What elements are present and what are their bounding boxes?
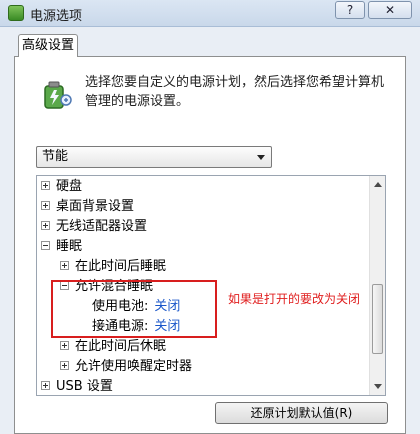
tree-item-hard-disk[interactable]: 硬盘 <box>41 177 82 197</box>
help-button[interactable]: ? <box>335 1 365 19</box>
tree-item-sleep[interactable]: 睡眠 <box>41 237 82 257</box>
scroll-up-icon[interactable] <box>374 182 382 187</box>
annotation-highlight-box <box>51 280 217 338</box>
tab-advanced-settings[interactable]: 高级设置 <box>18 34 78 57</box>
power-plan-select-value: 节能 <box>42 149 69 164</box>
expand-icon[interactable] <box>60 361 69 370</box>
tree-item-wireless-adapter[interactable]: 无线适配器设置 <box>41 217 147 237</box>
chevron-down-icon <box>257 155 265 160</box>
tree-item-sleep-after[interactable]: 在此时间后睡眠 <box>60 257 166 277</box>
expand-icon[interactable] <box>41 381 50 390</box>
expand-icon[interactable] <box>41 221 50 230</box>
collapse-icon[interactable] <box>41 241 50 250</box>
scrollbar-thumb[interactable] <box>372 284 383 354</box>
expand-icon[interactable] <box>41 181 50 190</box>
plan-description: 选择您要自定义的电源计划，然后选择您希望计算机管理的电源设置。 <box>85 75 385 109</box>
close-button[interactable]: ✕ <box>368 1 412 19</box>
power-plan-select[interactable]: 节能 <box>36 146 272 168</box>
scroll-down-icon[interactable] <box>374 384 382 389</box>
title-bar: 电源选项 ? ✕ <box>0 0 420 27</box>
tree-item-hibernate-after[interactable]: 在此时间后休眠 <box>60 337 166 357</box>
expand-icon[interactable] <box>41 201 50 210</box>
tree-item-wake-timers[interactable]: 允许使用唤醒定时器 <box>60 357 192 377</box>
tree-item-desktop-background[interactable]: 桌面背景设置 <box>41 197 134 217</box>
expand-icon[interactable] <box>60 261 69 270</box>
annotation-text: 如果是打开的要改为关闭 <box>228 292 361 306</box>
restore-defaults-button[interactable]: 还原计划默认值(R) <box>215 402 388 424</box>
tree-item-usb-settings[interactable]: USB 设置 <box>41 377 113 395</box>
power-options-icon <box>8 5 24 21</box>
advanced-settings-panel: 选择您要自定义的电源计划，然后选择您希望计算机管理的电源设置。 节能 硬盘 桌面… <box>14 56 406 434</box>
vertical-scrollbar[interactable] <box>369 176 385 395</box>
power-plan-icon <box>44 81 72 109</box>
window-title: 电源选项 <box>30 9 83 24</box>
expand-icon[interactable] <box>60 341 69 350</box>
